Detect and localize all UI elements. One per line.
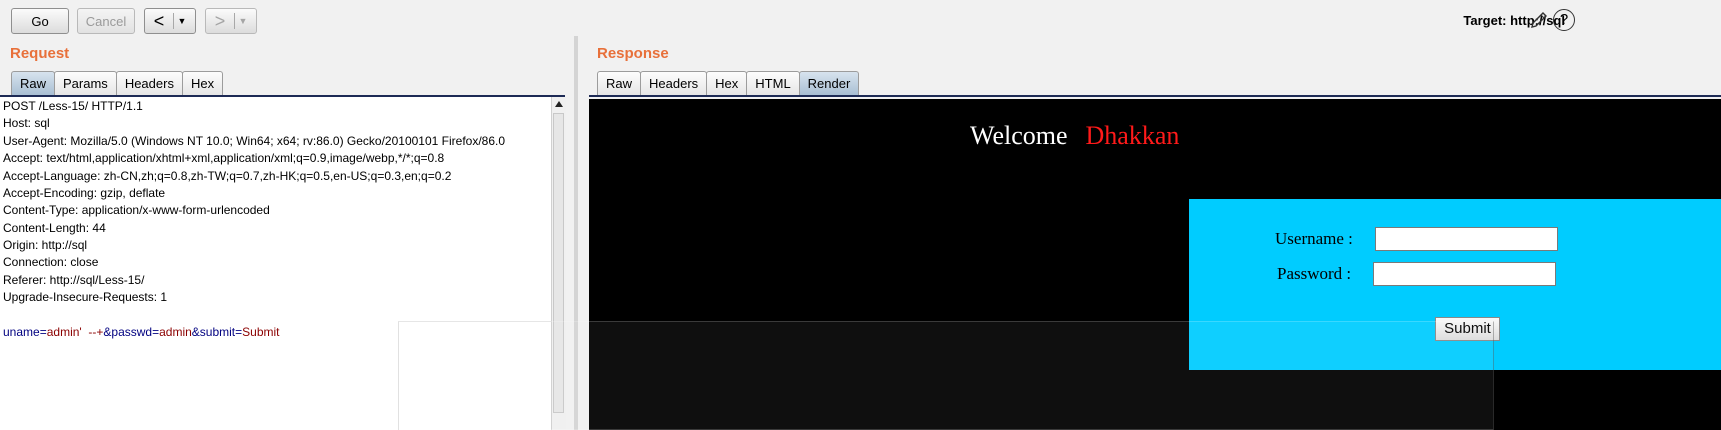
- tab-headers[interactable]: Headers: [640, 71, 708, 95]
- request-line: Upgrade-Insecure-Requests: 1: [3, 290, 168, 304]
- overlay-panel: [398, 321, 1494, 430]
- request-line: Connection: close: [3, 255, 99, 269]
- request-line: User-Agent: Mozilla/5.0 (Windows NT 10.0…: [3, 134, 506, 148]
- param-key: uname: [3, 325, 40, 339]
- tab-headers[interactable]: Headers: [115, 71, 183, 95]
- password-label: Password :: [1277, 264, 1352, 283]
- chevron-right-icon: >: [214, 11, 226, 31]
- chevron-left-icon: <: [153, 11, 165, 31]
- request-line: Referer: http://sql/Less-15/: [3, 273, 145, 287]
- request-line: Origin: http://sql: [3, 238, 88, 252]
- username-input[interactable]: [1375, 227, 1558, 251]
- request-line: Content-Type: application/x-www-form-url…: [3, 203, 270, 217]
- back-button[interactable]: < ▼: [144, 8, 196, 34]
- username-label: Username :: [1275, 229, 1353, 248]
- chevron-down-icon[interactable]: ▼: [173, 13, 190, 29]
- response-tabs: Raw Headers Hex HTML Render: [597, 71, 860, 95]
- toolbar: Go Cancel < ▼ > ▼ Target: http://sql ?: [0, 0, 1721, 40]
- welcome-heading: Welcome Dhakkan: [970, 121, 1179, 151]
- request-line: POST /Less-15/ HTTP/1.1: [3, 99, 143, 113]
- welcome-name: Dhakkan: [1085, 121, 1180, 150]
- request-line: Accept: text/html,application/xhtml+xml,…: [3, 151, 445, 165]
- forward-button[interactable]: > ▼: [205, 8, 257, 34]
- param-eq: =: [39, 325, 47, 339]
- request-line: Host: sql: [3, 116, 50, 130]
- param-key: submit: [199, 325, 236, 339]
- welcome-text: Welcome: [970, 121, 1068, 150]
- scroll-up-icon[interactable]: [555, 101, 563, 107]
- go-button[interactable]: Go: [11, 8, 69, 34]
- response-title: Response: [597, 45, 669, 62]
- param-value: admin: [159, 325, 192, 339]
- tab-render[interactable]: Render: [798, 71, 860, 95]
- pencil-icon[interactable]: [1528, 9, 1550, 31]
- help-icon[interactable]: ?: [1553, 9, 1575, 31]
- chevron-down-icon[interactable]: ▼: [234, 13, 251, 29]
- request-title: Request: [10, 45, 70, 62]
- request-line: Accept-Language: zh-CN,zh;q=0.8,zh-TW;q=…: [3, 169, 452, 183]
- tab-raw[interactable]: Raw: [597, 71, 642, 95]
- cancel-button[interactable]: Cancel: [77, 8, 135, 34]
- tab-html[interactable]: HTML: [746, 71, 800, 95]
- tab-hex[interactable]: Hex: [706, 71, 748, 95]
- param-value: Submit: [242, 325, 280, 339]
- request-tabs: Raw Params Headers Hex: [11, 71, 224, 95]
- tab-hex[interactable]: Hex: [181, 71, 224, 95]
- tab-underline: [589, 95, 1721, 97]
- tab-raw[interactable]: Raw: [11, 71, 56, 95]
- password-input[interactable]: [1373, 262, 1556, 286]
- request-line: Content-Length: 44: [3, 221, 106, 235]
- tab-params[interactable]: Params: [54, 71, 117, 95]
- param-key: passwd: [111, 325, 153, 339]
- request-line: Accept-Encoding: gzip, deflate: [3, 186, 166, 200]
- param-value: admin' --+: [46, 325, 104, 339]
- request-body: uname=admin' --+&passwd=admin&submit=Sub…: [3, 324, 280, 341]
- param-amp: &: [191, 325, 200, 339]
